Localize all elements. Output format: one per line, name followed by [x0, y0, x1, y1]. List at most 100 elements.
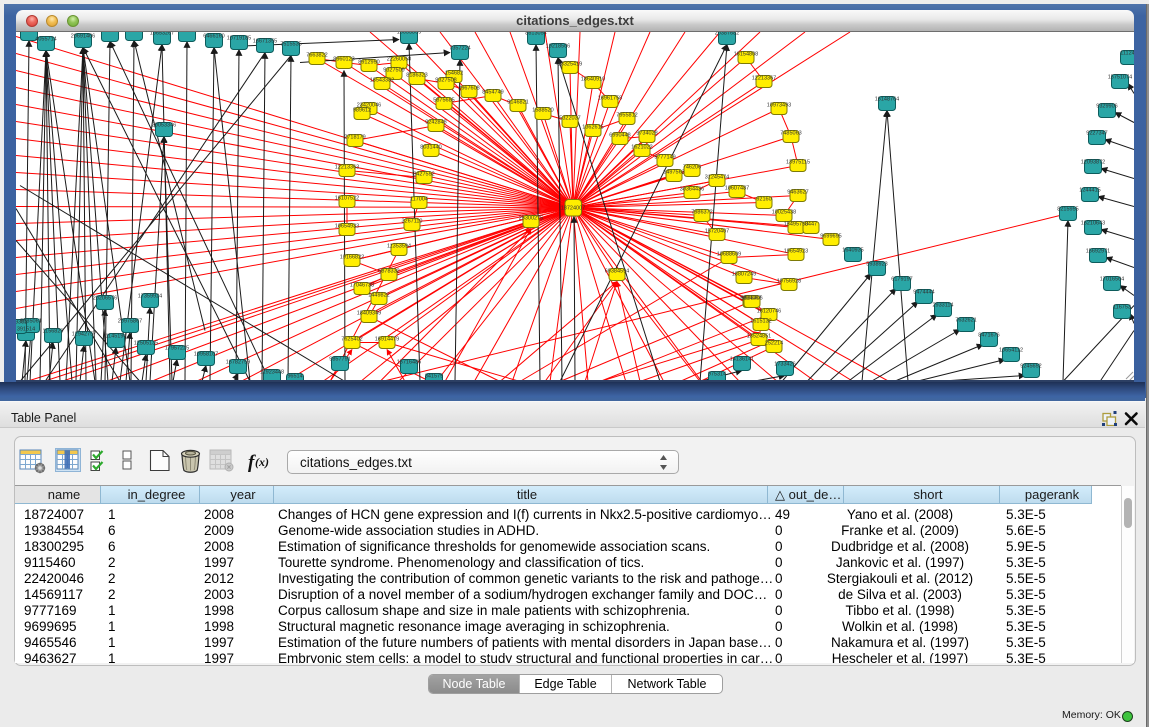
svg-text:9245652: 9245652 — [1020, 363, 1041, 369]
svg-text:7663822: 7663822 — [306, 52, 327, 58]
svg-text:20387682: 20387682 — [715, 32, 739, 37]
svg-text:19218506: 19218506 — [546, 43, 570, 49]
svg-text:6466160: 6466160 — [203, 33, 224, 39]
svg-text:20691406: 20691406 — [71, 33, 95, 39]
svg-text:8427552: 8427552 — [413, 171, 434, 177]
svg-text:6990448: 6990448 — [609, 132, 630, 138]
svg-text:17359924: 17359924 — [138, 293, 162, 299]
svg-text:5938923: 5938923 — [866, 261, 887, 267]
svg-text:9242848: 9242848 — [425, 119, 446, 125]
svg-text:12213367: 12213367 — [752, 75, 776, 81]
svg-text:22260058: 22260058 — [387, 56, 411, 62]
svg-text:18640910: 18640910 — [581, 76, 605, 82]
svg-text:31245474: 31245474 — [705, 174, 729, 180]
svg-text:6497563: 6497563 — [663, 169, 684, 175]
svg-text:15692971: 15692971 — [1086, 248, 1110, 254]
svg-text:12213363: 12213363 — [335, 164, 359, 170]
svg-text:19756928: 19756928 — [777, 278, 801, 284]
svg-text:25300275: 25300275 — [519, 215, 543, 221]
svg-text:154682: 154682 — [445, 70, 463, 76]
svg-text:10958107: 10958107 — [194, 351, 218, 357]
svg-text:989612: 989612 — [353, 107, 371, 113]
svg-text:9734028: 9734028 — [636, 130, 657, 136]
svg-text:18807249: 18807249 — [732, 271, 756, 277]
svg-text:8960123: 8960123 — [333, 56, 354, 62]
svg-text:9146821: 9146821 — [507, 99, 528, 105]
svg-text:15720407: 15720407 — [705, 228, 729, 234]
svg-text:92160: 92160 — [756, 196, 771, 202]
svg-text:184049: 184049 — [101, 32, 119, 34]
svg-text:13975115: 13975115 — [786, 159, 810, 165]
svg-text:7955812: 7955812 — [616, 112, 637, 118]
svg-text:10688609: 10688609 — [717, 251, 741, 257]
svg-text:12505135: 12505135 — [134, 340, 158, 346]
svg-text:10719185: 10719185 — [227, 35, 251, 41]
svg-text:5875685: 5875685 — [433, 97, 454, 103]
svg-text:9699695: 9699695 — [820, 233, 841, 239]
svg-text:1615132: 1615132 — [750, 318, 771, 324]
svg-text:30364436: 30364436 — [680, 186, 704, 192]
svg-text:746206: 746206 — [683, 164, 701, 170]
svg-text:111245: 111245 — [1120, 50, 1134, 56]
svg-text:13524851: 13524851 — [747, 333, 771, 339]
svg-text:8471676: 8471676 — [978, 332, 999, 338]
svg-text:116753: 116753 — [1113, 304, 1131, 310]
svg-text:9327509: 9327509 — [383, 67, 404, 73]
svg-text:8215955: 8215955 — [1057, 206, 1078, 212]
svg-text:9857791: 9857791 — [329, 356, 350, 362]
svg-text:16107522: 16107522 — [335, 195, 359, 201]
svg-text:16210643: 16210643 — [1081, 220, 1105, 226]
svg-text:9777149: 9777149 — [654, 154, 675, 160]
svg-text:1145194: 1145194 — [105, 333, 126, 339]
svg-text:16033809: 16033809 — [397, 32, 421, 36]
svg-text:9227347: 9227347 — [1086, 130, 1107, 136]
svg-text:1362615: 1362615 — [582, 124, 603, 130]
svg-text:7357224: 7357224 — [449, 45, 470, 51]
svg-text:12093872: 12093872 — [1081, 159, 1105, 165]
svg-text:5322037: 5322037 — [559, 115, 580, 121]
svg-text:4055714: 4055714 — [35, 36, 56, 42]
svg-text:8031440: 8031440 — [420, 144, 441, 150]
svg-text:16543382: 16543382 — [370, 77, 394, 83]
svg-text:117004: 117004 — [410, 196, 428, 202]
svg-text:1588520: 1588520 — [532, 107, 553, 113]
svg-text:2933114: 2933114 — [932, 302, 953, 308]
svg-text:8912950: 8912950 — [358, 59, 379, 65]
svg-text:7632621: 7632621 — [955, 317, 976, 323]
svg-text:18724007: 18724007 — [561, 205, 585, 211]
svg-text:10973493: 10973493 — [767, 102, 791, 108]
svg-text:8813054: 8813054 — [525, 32, 546, 37]
svg-text:8454749: 8454749 — [482, 89, 503, 95]
svg-text:252214: 252214 — [765, 340, 783, 346]
svg-text:10654112: 10654112 — [999, 347, 1023, 353]
svg-text:11353594: 11353594 — [387, 243, 411, 249]
svg-text:17016504: 17016504 — [1100, 276, 1124, 282]
svg-text:7625402: 7625402 — [341, 336, 362, 342]
svg-text:1527602: 1527602 — [176, 32, 197, 34]
svg-text:69384594: 69384594 — [605, 268, 629, 274]
svg-text:19654923: 19654923 — [784, 248, 808, 254]
svg-text:5878332: 5878332 — [378, 268, 399, 274]
svg-text:20975867: 20975867 — [118, 318, 142, 324]
svg-text:17046738: 17046738 — [350, 282, 374, 288]
svg-text:19166822: 19166822 — [340, 254, 364, 260]
svg-text:16671355: 16671355 — [253, 38, 277, 44]
svg-text:20053346: 20053346 — [152, 122, 176, 128]
svg-text:16961758: 16961758 — [598, 95, 622, 101]
svg-text:6179197: 6179197 — [891, 276, 912, 282]
svg-text:14136141: 14136141 — [730, 356, 754, 362]
svg-text:1640935: 1640935 — [842, 247, 863, 253]
svg-text:15716485: 15716485 — [397, 359, 421, 365]
svg-text:10607487: 10607487 — [725, 185, 749, 191]
svg-text:9474444: 9474444 — [913, 289, 934, 295]
svg-text:975314: 975314 — [708, 371, 726, 377]
svg-text:9463627: 9463627 — [787, 189, 808, 195]
svg-text:164055: 164055 — [20, 32, 38, 33]
svg-text:10654933: 10654933 — [335, 223, 359, 229]
svg-text:(x): (x) — [255, 455, 269, 469]
svg-text:8186323: 8186323 — [406, 72, 427, 78]
svg-text:2967608: 2967608 — [458, 85, 479, 91]
svg-text:3267110: 3267110 — [401, 218, 422, 224]
svg-text:11923448: 11923448 — [260, 369, 284, 375]
svg-text:15751074: 15751074 — [1108, 74, 1132, 80]
